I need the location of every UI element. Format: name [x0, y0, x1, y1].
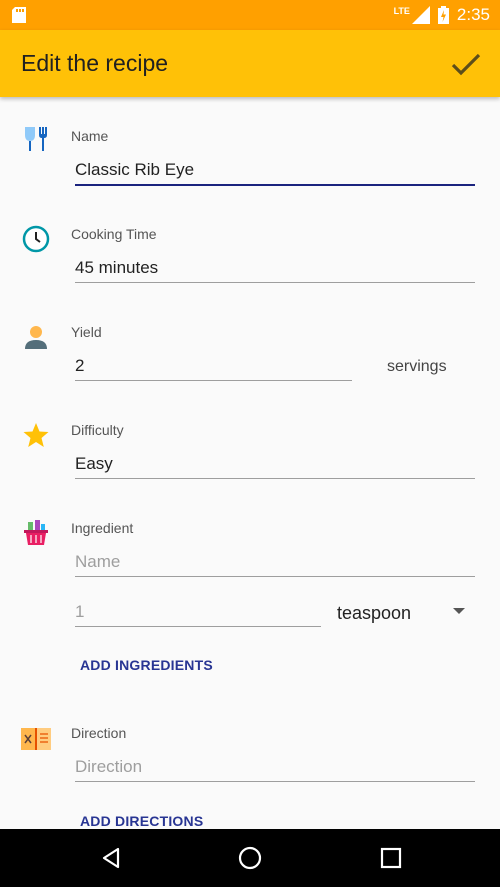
recipe-book-icon	[21, 728, 51, 750]
status-icons: LTE 2:35	[394, 4, 490, 26]
person-icon	[25, 326, 47, 349]
check-icon[interactable]	[450, 48, 482, 80]
cooking-time-label: Cooking Time	[71, 226, 157, 242]
clock-time: 2:35	[456, 5, 490, 24]
basket-icon	[24, 520, 48, 545]
clock-icon	[22, 225, 50, 253]
status-bar: LTE 2:35	[0, 0, 500, 30]
chevron-down-icon	[453, 608, 465, 614]
direction-label: Direction	[71, 725, 127, 741]
ingredient-name-input[interactable]: Name	[75, 548, 475, 577]
unit-selected: teaspoon	[337, 602, 412, 623]
lte-label: LTE	[393, 6, 410, 16]
add-directions-button[interactable]: ADD DIRECTIONS	[80, 813, 203, 829]
star-icon	[23, 423, 49, 447]
difficulty-input[interactable]: Easy	[75, 450, 475, 479]
unit-dropdown[interactable]: teaspoon	[337, 600, 465, 626]
navigation-bar	[0, 829, 500, 887]
recents-icon[interactable]	[378, 845, 404, 871]
fork-glass-icon	[25, 127, 47, 151]
home-icon[interactable]	[237, 845, 263, 871]
servings-suffix: servings	[387, 358, 447, 375]
add-ingredients-button[interactable]: ADD INGREDIENTS	[80, 657, 213, 673]
difficulty-label: Difficulty	[71, 422, 124, 438]
back-icon[interactable]	[98, 845, 124, 871]
battery-icon	[437, 6, 449, 24]
name-label: Name	[71, 128, 109, 144]
ingredient-quantity-input[interactable]: 1	[75, 598, 321, 627]
name-input[interactable]: Classic Rib Eye	[75, 156, 475, 186]
direction-input[interactable]: Direction	[75, 753, 475, 782]
page-title: Edit the recipe	[21, 50, 169, 76]
yield-input[interactable]: 2	[75, 352, 352, 381]
app-bar: Edit the recipe	[0, 30, 500, 97]
yield-label: Yield	[71, 324, 102, 340]
signal-icon	[411, 6, 430, 24]
sd-card-icon	[12, 7, 26, 23]
ingredient-label: Ingredient	[71, 520, 134, 536]
cooking-time-input[interactable]: 45 minutes	[75, 254, 475, 283]
